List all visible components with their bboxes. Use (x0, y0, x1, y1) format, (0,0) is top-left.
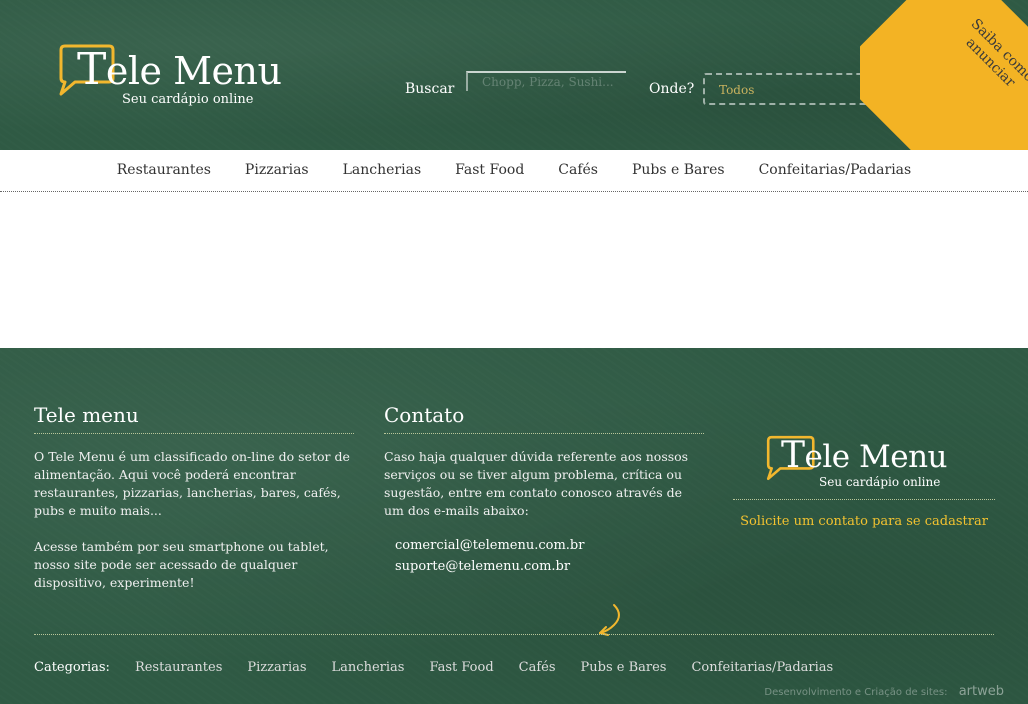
site-header: Tele Menu Seu cardápio online Buscar Ond… (0, 0, 1028, 150)
nav-item-restaurantes[interactable]: Restaurantes (117, 162, 211, 178)
email-link-comercial[interactable]: comercial@telemenu.com.br (395, 538, 704, 553)
nav-item-confeitarias[interactable]: Confeitarias/Padarias (759, 162, 912, 178)
footer-cat-fast-food[interactable]: Fast Food (429, 660, 493, 675)
brand-tagline: Seu cardápio online (122, 92, 254, 107)
search-input[interactable] (466, 71, 626, 91)
footer-logo[interactable]: Tele Menu Seu cardápio online (763, 433, 973, 499)
nav-item-fast-food[interactable]: Fast Food (455, 162, 524, 178)
contact-section: Contato Caso haja qualquer dúvida refere… (384, 403, 704, 636)
about-section: Tele menu O Tele Menu é um classificado … (34, 403, 354, 592)
nav-item-pizzarias[interactable]: Pizzarias (245, 162, 309, 178)
developer-credit[interactable]: Desenvolvimento e Criação de sites: artw… (764, 684, 1004, 699)
contact-title: Contato (384, 403, 704, 434)
site-footer: Tele menu O Tele Menu é um classificado … (0, 348, 1028, 704)
footer-brand-divider (733, 499, 995, 500)
footer-categories: Categorias: Restaurantes Pizzarias Lanch… (34, 660, 833, 675)
where-label: Onde? (649, 81, 695, 97)
footer-cat-pizzarias[interactable]: Pizzarias (247, 660, 306, 675)
nav-items: Restaurantes Pizzarias Lancherias Fast F… (117, 150, 911, 178)
footer-brand-section: Tele Menu Seu cardápio online Solicite u… (733, 433, 995, 529)
artweb-logo: artweb (958, 684, 1004, 699)
about-mobile-text: Acesse também por seu smartphone ou tabl… (34, 539, 329, 590)
nav-item-lancherias[interactable]: Lancherias (343, 162, 422, 178)
advertise-ribbon[interactable]: Saiba como anunciar (860, 0, 1028, 150)
footer-brand-tagline: Seu cardápio online (819, 475, 941, 489)
footer-brand-name: Tele Menu (781, 435, 948, 476)
nav-item-pubs-bares[interactable]: Pubs e Bares (632, 162, 725, 178)
search-label: Buscar (405, 81, 455, 97)
where-selected-value: Todos (719, 83, 755, 97)
footer-cat-restaurantes[interactable]: Restaurantes (135, 660, 222, 675)
credit-text: Desenvolvimento e Criação de sites: (764, 687, 948, 698)
request-contact-link[interactable]: Solicite um contato para se cadastrar (733, 514, 995, 529)
footer-cat-confeitarias[interactable]: Confeitarias/Padarias (691, 660, 833, 675)
footer-cat-lancherias[interactable]: Lancherias (332, 660, 405, 675)
site-logo[interactable]: Tele Menu Seu cardápio online (55, 42, 282, 112)
footer-cat-pubs-bares[interactable]: Pubs e Bares (581, 660, 667, 675)
categories-label: Categorias: (34, 660, 110, 675)
nav-item-cafes[interactable]: Cafés (558, 162, 598, 178)
contact-text: Caso haja qualquer dúvida referente aos … (384, 449, 689, 518)
about-text: O Tele Menu é um classificado on-line do… (34, 449, 350, 518)
brand-name: Tele Menu (77, 44, 282, 95)
about-title: Tele menu (34, 403, 354, 434)
footer-cat-cafes[interactable]: Cafés (519, 660, 556, 675)
email-link-suporte[interactable]: suporte@telemenu.com.br (395, 559, 704, 574)
footer-divider (34, 634, 994, 635)
main-nav: Restaurantes Pizzarias Lancherias Fast F… (0, 150, 1028, 192)
